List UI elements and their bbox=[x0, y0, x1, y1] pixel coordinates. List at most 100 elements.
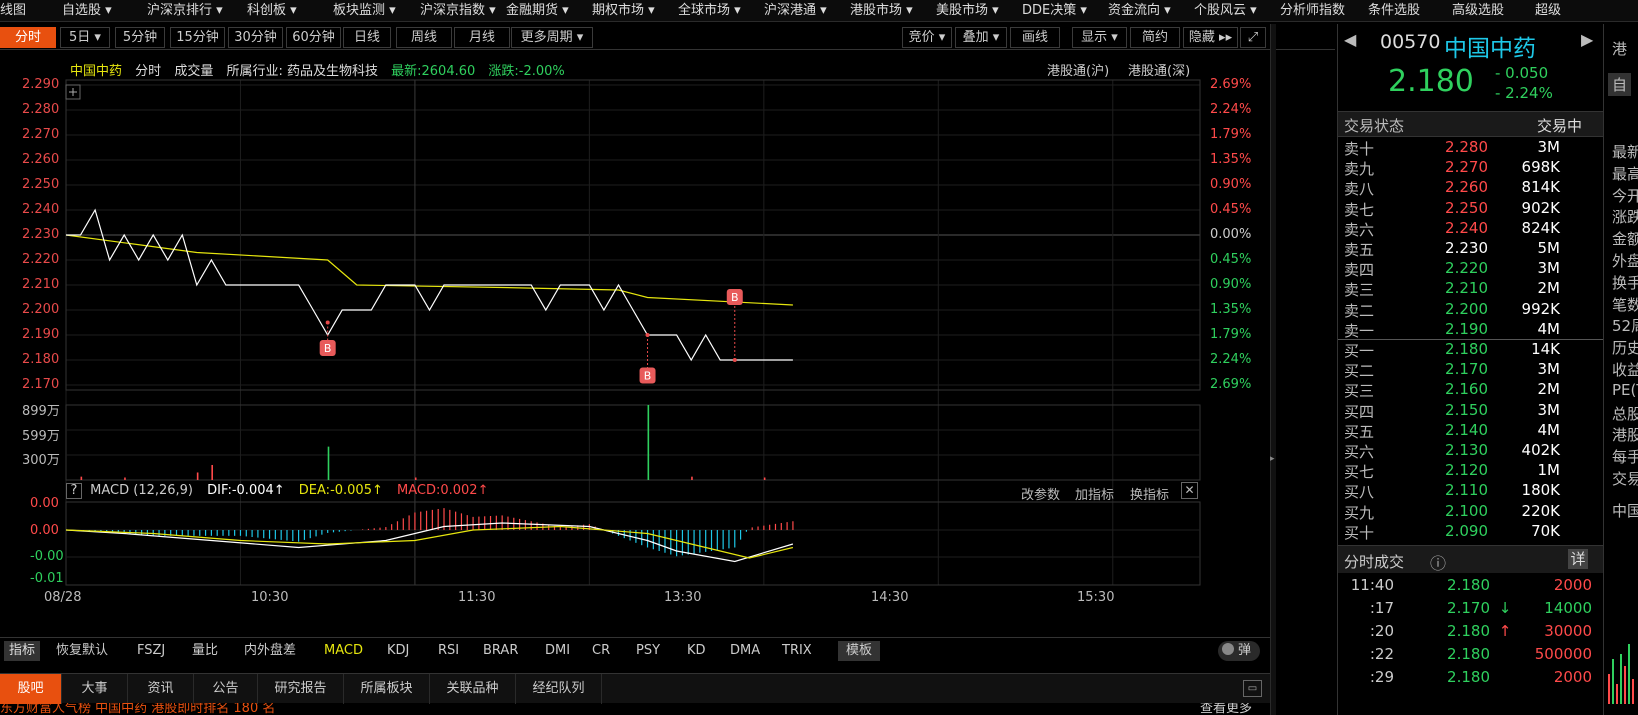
macd-params-button[interactable]: 改参数 bbox=[1021, 484, 1060, 503]
bottom-tab[interactable]: 关联品种 bbox=[430, 674, 516, 704]
indicator-tab[interactable]: TRIX bbox=[782, 641, 812, 661]
top-menu-item[interactable]: 超级 bbox=[1535, 0, 1561, 21]
bottom-tab[interactable]: 研究报告 bbox=[258, 674, 344, 704]
mini-chart-bar bbox=[1612, 659, 1614, 704]
bid-row[interactable]: 买五 2.140 4M bbox=[1338, 421, 1603, 442]
macd-add-indicator-button[interactable]: 加指标 bbox=[1075, 484, 1114, 503]
tick-row: :29 2.180 2000 bbox=[1338, 668, 1603, 692]
tick-detail-button[interactable]: 详 bbox=[1568, 549, 1588, 569]
bid-row[interactable]: 买一 2.180 14K bbox=[1338, 340, 1603, 361]
volume-bar bbox=[211, 464, 213, 480]
top-menu-item[interactable]: 条件选股 bbox=[1368, 0, 1420, 21]
ask-row[interactable]: 卖七 2.250 902K bbox=[1338, 199, 1603, 220]
ask-row[interactable]: 卖五 2.230 5M bbox=[1338, 239, 1603, 260]
bid-level: 买二 bbox=[1344, 362, 1375, 381]
ticker-more-link[interactable]: 查看更多 bbox=[1200, 703, 1252, 715]
book-divider bbox=[1338, 339, 1603, 340]
stock-code: 00570 bbox=[1380, 31, 1441, 53]
time-tick-label: 10:30 bbox=[251, 590, 289, 605]
template-button[interactable]: 模板 bbox=[838, 641, 881, 661]
detail-field-label: 涨跌 bbox=[1612, 208, 1638, 227]
price-tick-label: 2.230 bbox=[22, 227, 60, 242]
bid-price: 2.180 bbox=[1445, 340, 1488, 358]
buy-marker-dot bbox=[325, 320, 330, 325]
detail-tab-hk[interactable]: 港 bbox=[1612, 38, 1627, 59]
ask-row[interactable]: 卖十 2.280 3M bbox=[1338, 138, 1603, 159]
next-stock-icon[interactable]: ▶ bbox=[1581, 30, 1593, 49]
bid-row[interactable]: 买三 2.160 2M bbox=[1338, 380, 1603, 401]
tick-info-icon[interactable]: ⓘ bbox=[1430, 550, 1446, 574]
bid-row[interactable]: 买二 2.170 3M bbox=[1338, 360, 1603, 381]
macd-close-icon[interactable]: ✕ bbox=[1181, 482, 1198, 499]
ask-volume: 992K bbox=[1521, 299, 1560, 318]
bid-row[interactable]: 买八 2.110 180K bbox=[1338, 481, 1603, 502]
ask-level: 卖八 bbox=[1344, 180, 1375, 199]
indicator-tab[interactable]: RSI bbox=[438, 641, 459, 661]
indicator-tab[interactable]: 内外盘差 bbox=[244, 641, 296, 661]
bottom-tab[interactable]: 公告 bbox=[194, 674, 258, 704]
bottom-tab[interactable]: 大事 bbox=[62, 674, 128, 704]
popup-toggle[interactable]: 弹 bbox=[1218, 641, 1260, 661]
bottom-tab[interactable]: 资讯 bbox=[128, 674, 194, 704]
bid-row[interactable]: 买七 2.120 1M bbox=[1338, 461, 1603, 482]
bottom-tabs: 股吧 大事 资讯 公告 研究报告 所属板块 关联品种 经纪队列 ▭ bbox=[0, 673, 1270, 704]
ask-row[interactable]: 卖六 2.240 824K bbox=[1338, 219, 1603, 240]
bottom-tab[interactable]: 股吧 bbox=[0, 674, 62, 704]
ask-level: 卖一 bbox=[1344, 321, 1375, 340]
tick-row: :20 2.180 ↑ 30000 bbox=[1338, 622, 1603, 646]
bid-row[interactable]: 买六 2.130 402K bbox=[1338, 441, 1603, 462]
crosshair-add-icon[interactable] bbox=[65, 84, 81, 100]
tick-title: 分时成交 bbox=[1344, 553, 1405, 571]
top-menu-item[interactable]: 分析师指数 bbox=[1280, 0, 1345, 21]
indicator-tab[interactable]: KD bbox=[687, 641, 706, 661]
indicator-tab[interactable]: 量比 bbox=[192, 641, 218, 661]
percent-tick-label: 1.79% bbox=[1210, 127, 1252, 142]
indicator-tab[interactable]: BRAR bbox=[483, 641, 518, 661]
bid-price: 2.140 bbox=[1445, 420, 1488, 439]
macd-header: ? MACD (12,26,9) DIF:-0.004↑ DEA:-0.005↑… bbox=[66, 483, 488, 501]
ask-row[interactable]: 卖二 2.200 992K bbox=[1338, 300, 1603, 321]
bid-row[interactable]: 买十 2.090 70K bbox=[1338, 522, 1603, 543]
price-tick-label: 2.270 bbox=[22, 127, 60, 142]
bid-row[interactable]: 买九 2.100 220K bbox=[1338, 502, 1603, 523]
prev-stock-icon[interactable]: ◀ bbox=[1344, 30, 1356, 49]
indicator-tab[interactable]: 恢复默认 bbox=[56, 641, 108, 661]
bid-price: 2.160 bbox=[1445, 380, 1488, 399]
detail-field-label: 今开 bbox=[1612, 186, 1638, 205]
ask-row[interactable]: 卖四 2.220 3M bbox=[1338, 259, 1603, 280]
intraday-chart[interactable]: B B B bbox=[0, 0, 1270, 612]
minimize-panel-icon[interactable]: ▭ bbox=[1243, 680, 1262, 697]
percent-tick-label: 1.79% bbox=[1210, 327, 1252, 342]
indicator-tab[interactable]: MACD bbox=[324, 641, 363, 661]
ask-row[interactable]: 卖九 2.270 698K bbox=[1338, 158, 1603, 179]
ask-row[interactable]: 卖八 2.260 814K bbox=[1338, 178, 1603, 199]
bottom-tab[interactable]: 所属板块 bbox=[344, 674, 430, 704]
panel-splitter[interactable] bbox=[1270, 24, 1276, 715]
macd-tick-label: -0.00 bbox=[30, 549, 64, 564]
tick-volume: 500000 bbox=[1534, 645, 1592, 663]
indicator-tab[interactable]: FSZJ bbox=[137, 641, 165, 661]
ask-row[interactable]: 卖三 2.210 2M bbox=[1338, 279, 1603, 300]
bid-price: 2.120 bbox=[1445, 461, 1488, 480]
trade-status-value: 交易中 bbox=[1537, 117, 1583, 135]
volume-bar bbox=[647, 405, 650, 480]
indicator-tab[interactable]: PSY bbox=[636, 641, 660, 661]
tick-row: :17 2.170 ↓ 14000 bbox=[1338, 599, 1603, 623]
percent-tick-label: 0.90% bbox=[1210, 177, 1252, 192]
indicator-tab[interactable]: DMI bbox=[545, 641, 570, 661]
top-menu-item[interactable]: 高级选股 bbox=[1452, 0, 1504, 21]
tick-time: :29 bbox=[1369, 668, 1394, 686]
ask-row[interactable]: 卖一 2.190 4M bbox=[1338, 320, 1603, 341]
tick-volume: 2000 bbox=[1553, 576, 1592, 594]
indicator-tab[interactable]: KDJ bbox=[387, 641, 409, 661]
macd-help-icon[interactable]: ? bbox=[66, 483, 82, 499]
detail-button[interactable]: 自 bbox=[1608, 73, 1632, 96]
splitter-arrow-icon[interactable]: ▸ bbox=[1270, 452, 1276, 466]
bid-row[interactable]: 买四 2.150 3M bbox=[1338, 401, 1603, 422]
time-tick-label: 15:30 bbox=[1077, 590, 1115, 605]
bottom-tab[interactable]: 经纪队列 bbox=[516, 674, 602, 704]
bid-volume: 180K bbox=[1521, 481, 1560, 500]
indicator-tab[interactable]: DMA bbox=[730, 641, 760, 661]
macd-swap-indicator-button[interactable]: 换指标 bbox=[1130, 484, 1169, 503]
indicator-tab[interactable]: CR bbox=[592, 641, 610, 661]
